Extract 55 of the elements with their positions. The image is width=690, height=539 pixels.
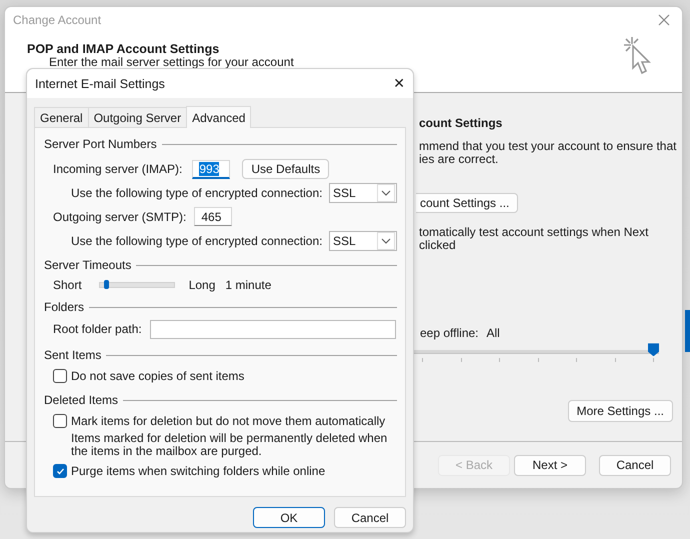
tab[interactable]: General (34, 107, 89, 127)
description-text: ies are correct. (419, 153, 498, 166)
field-label: Use the following type of encrypted connection: (71, 186, 324, 200)
close-button[interactable]: ✕ (385, 76, 413, 92)
slider-label: Long (188, 278, 216, 292)
slider-label: Short (53, 278, 82, 292)
group-heading: Server Timeouts (44, 258, 132, 272)
note-text: the items in the mailbox are purged. (71, 445, 262, 458)
note-text: Items marked for deletion will be permanently deleted when (71, 432, 388, 445)
field-label: Use the following type of encrypted connection: (71, 234, 324, 248)
wizard-button[interactable]: Next > (514, 454, 586, 476)
chevron-down-icon (377, 184, 395, 202)
checkbox[interactable] (53, 464, 67, 478)
description-text: mmend that you test your account to ensure that (419, 140, 676, 154)
test-account-button[interactable]: count Settings ... (416, 193, 518, 214)
encryption-dropdown[interactable]: SSL (329, 183, 397, 203)
offline-label: eep offline: (420, 326, 478, 340)
port-field[interactable]: 465 (194, 207, 232, 226)
timeout-value: 1 minute (225, 278, 272, 292)
port-field[interactable]: 993 (192, 160, 230, 178)
field-label: Root folder path: (53, 322, 142, 336)
window-title: Change Account (13, 12, 102, 27)
checkbox-label: Mark items for deletion but do not move them automatically (71, 414, 386, 428)
group-heading: Folders (44, 300, 84, 314)
encryption-dropdown[interactable]: SSL (329, 231, 397, 251)
section-heading: POP and IMAP Account Settings (27, 42, 220, 56)
dialog-button[interactable]: Cancel (334, 507, 406, 528)
checkbox[interactable] (53, 414, 67, 428)
group-heading: Sent Items (44, 348, 102, 362)
wizard-button[interactable]: Cancel (599, 454, 671, 476)
root-folder-field[interactable] (150, 320, 396, 338)
close-icon[interactable] (658, 14, 670, 26)
section-subheading: Enter the mail server settings for your account (49, 56, 294, 69)
field-label: Incoming server (IMAP): (53, 162, 182, 176)
slider-thumb[interactable] (648, 343, 659, 356)
offline-value: All (486, 326, 500, 340)
slider-thumb[interactable] (104, 280, 110, 289)
check-icon (56, 466, 64, 476)
dialog-title: Internet E-mail Settings (35, 76, 165, 90)
checkbox-label: Purge items when switching folders while online (71, 464, 326, 478)
group-heading: Server Port Numbers (44, 137, 157, 151)
checkbox-label: clicked (419, 239, 456, 252)
timeout-slider[interactable] (98, 282, 175, 288)
tab[interactable]: Advanced (186, 106, 252, 128)
dialog-button[interactable]: OK (253, 507, 325, 528)
use-defaults-button[interactable]: Use Defaults (242, 159, 330, 179)
group-heading: Deleted Items (44, 393, 118, 407)
checkbox[interactable] (53, 369, 67, 383)
field-label: Outgoing server (SMTP): (53, 210, 186, 224)
chevron-down-icon (377, 232, 395, 250)
tab[interactable]: Outgoing Server (88, 107, 188, 127)
more-settings-button[interactable]: More Settings ... (568, 400, 673, 422)
checkbox-label: tomatically test account settings when Next (419, 226, 648, 240)
section-heading: count Settings (419, 116, 502, 130)
checkbox-label: Do not save copies of sent items (71, 369, 244, 383)
